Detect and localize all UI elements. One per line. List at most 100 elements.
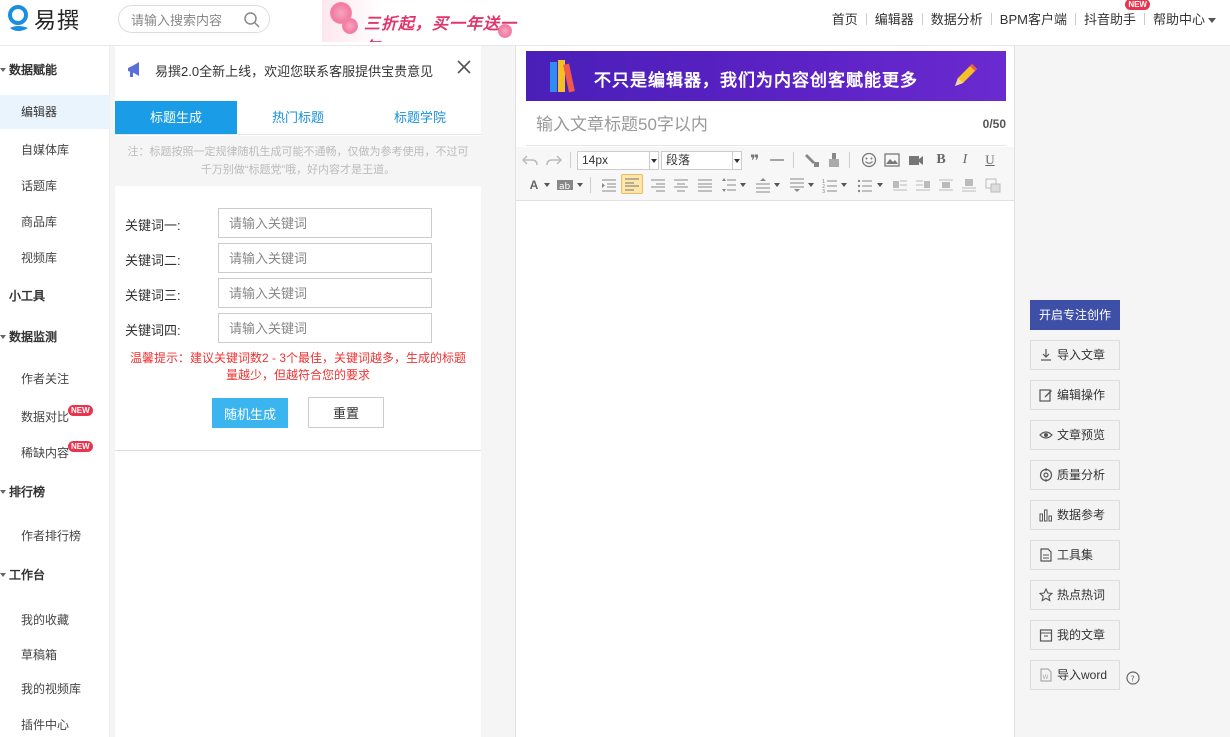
keyword-input-4[interactable] <box>218 313 432 343</box>
sidebar-item-video-library[interactable]: 视频库 <box>0 241 110 275</box>
paragraph-spacing-before-icon[interactable] <box>754 176 772 194</box>
logo[interactable]: 易撰 <box>6 4 80 34</box>
close-icon[interactable] <box>457 60 471 74</box>
nav-douyin-assistant[interactable]: 抖音助手 NEW <box>1076 0 1150 28</box>
sidebar-item-video-collection[interactable]: 我的视频库 <box>0 672 110 706</box>
keyword-input-1[interactable] <box>218 208 432 238</box>
tab-title-academy[interactable]: 标题学院 <box>359 101 481 134</box>
action-label: 热点热词 <box>1057 588 1106 602</box>
import-word-button[interactable]: W 导入word <box>1030 660 1120 690</box>
new-badge: NEW <box>68 441 93 452</box>
sidebar-item-product-library[interactable]: 商品库 <box>0 205 110 239</box>
editor-body[interactable] <box>516 202 1014 737</box>
sidebar-item-data-compare[interactable]: 数据对比 NEW <box>0 400 110 434</box>
tab-hot-titles[interactable]: 热门标题 <box>237 101 359 134</box>
sidebar-item-topic-library[interactable]: 话题库 <box>0 169 110 203</box>
random-generate-button[interactable]: 随机生成 <box>212 398 288 428</box>
keyword-input-3[interactable] <box>218 278 432 308</box>
article-preview-button[interactable]: 文章预览 <box>1030 420 1120 450</box>
paragraph-value: 段落 <box>666 153 691 167</box>
hot-words-button[interactable]: 热点热词 <box>1030 580 1120 610</box>
align-justify-icon[interactable] <box>696 176 714 194</box>
search-icon[interactable] <box>243 11 261 29</box>
logo-mark-icon <box>6 4 32 34</box>
paragraph-select[interactable]: 段落 <box>661 151 742 170</box>
reset-button[interactable]: 重置 <box>308 397 384 428</box>
sidebar-item-scarce-content[interactable]: 稀缺内容 NEW <box>0 436 110 470</box>
search-input[interactable] <box>131 11 241 29</box>
emoji-icon[interactable] <box>860 151 878 169</box>
sidebar-section-ranking[interactable]: 排行榜 <box>0 481 110 503</box>
megaphone-icon <box>125 60 145 80</box>
keyword-row: 关键词一: <box>125 208 465 238</box>
align-left-icon[interactable] <box>621 174 643 194</box>
bold-icon[interactable]: B <box>932 151 950 169</box>
help-icon[interactable]: ? <box>1126 671 1140 685</box>
clear-format-icon[interactable] <box>825 151 843 169</box>
quality-analysis-button[interactable]: 质量分析 <box>1030 460 1120 490</box>
keyword-row: 关键词三: <box>125 278 465 308</box>
unordered-list-icon[interactable] <box>856 176 874 194</box>
sidebar-item-author-follow[interactable]: 作者关注 <box>0 362 110 396</box>
sidebar-item-plugins[interactable]: 插件中心 <box>0 708 110 737</box>
data-reference-button[interactable]: 数据参考 <box>1030 500 1120 530</box>
action-label: 导入word <box>1057 668 1108 682</box>
sidebar-item-author-ranking[interactable]: 作者排行榜 <box>0 519 110 553</box>
align-center-icon[interactable] <box>672 176 690 194</box>
align-right-icon[interactable] <box>649 176 667 194</box>
toolset-button[interactable]: 工具集 <box>1030 540 1120 570</box>
nav-help-center[interactable]: 帮助中心 <box>1145 9 1224 28</box>
font-size-select[interactable]: 14px <box>577 151 659 170</box>
redo-icon[interactable] <box>545 151 563 169</box>
undo-icon[interactable] <box>521 151 539 169</box>
blockquote-icon[interactable]: ❞ <box>748 151 766 170</box>
edit-operations-button[interactable]: 编辑操作 <box>1030 380 1120 410</box>
chevron-down-icon <box>1208 18 1216 24</box>
promo-banner[interactable]: 三折起，买一年送一年 <box>322 0 520 42</box>
image-center-icon[interactable] <box>960 176 978 194</box>
image-inline-icon[interactable] <box>937 176 955 194</box>
tab-title-generate[interactable]: 标题生成 <box>115 101 237 134</box>
horizontal-rule-icon[interactable] <box>768 151 786 169</box>
sidebar-item-media-library[interactable]: 自媒体库 <box>0 133 110 167</box>
chevron-down-icon <box>732 152 741 169</box>
image-left-icon[interactable] <box>891 176 909 194</box>
svg-text:?: ? <box>1131 675 1135 684</box>
svg-text:ab: ab <box>559 182 571 192</box>
keyword-input-2[interactable] <box>218 243 432 273</box>
italic-icon[interactable]: I <box>956 151 974 169</box>
svg-text:3: 3 <box>822 189 825 193</box>
action-label: 编辑操作 <box>1057 388 1106 402</box>
nav-bpm-client[interactable]: BPM客户端 <box>992 9 1075 28</box>
underline-icon[interactable]: U <box>981 151 999 169</box>
sidebar-section-tools[interactable]: 小工具 <box>0 285 110 307</box>
sidebar-section-monitoring[interactable]: 数据监测 <box>0 326 110 348</box>
image-icon[interactable] <box>883 151 901 169</box>
video-icon[interactable] <box>907 151 925 169</box>
focus-mode-button[interactable]: 开启专注创作 <box>1030 300 1120 330</box>
format-painter-icon[interactable] <box>803 151 821 169</box>
chevron-down-icon <box>740 183 746 187</box>
banner-text: 不只是编辑器，我们为内容创客赋能更多 <box>594 71 918 90</box>
image-right-icon[interactable] <box>914 176 932 194</box>
sidebar-item-drafts[interactable]: 草稿箱 <box>0 638 110 672</box>
line-height-icon[interactable] <box>720 176 738 194</box>
ordered-list-icon[interactable]: 123 <box>821 176 839 195</box>
nav-editor[interactable]: 编辑器 <box>867 9 922 28</box>
sidebar-item-favorites[interactable]: 我的收藏 <box>0 603 110 637</box>
sidebar-item-editor[interactable]: 编辑器 <box>0 95 110 129</box>
sidebar-section-workbench[interactable]: 工作台 <box>0 564 110 586</box>
image-replace-icon[interactable] <box>984 176 1002 194</box>
my-articles-button[interactable]: 我的文章 <box>1030 620 1120 650</box>
article-title-input[interactable] <box>536 112 936 138</box>
nav-home[interactable]: 首页 <box>824 9 866 28</box>
highlight-color-icon[interactable]: ab <box>556 176 574 194</box>
font-color-icon[interactable]: A <box>525 176 543 194</box>
paragraph-spacing-after-icon[interactable] <box>788 176 806 194</box>
editor-banner[interactable]: 不只是编辑器，我们为内容创客赋能更多 <box>526 51 1006 101</box>
indent-icon[interactable] <box>600 176 618 194</box>
font-size-value: 14px <box>582 153 609 167</box>
sidebar-section-data-empower[interactable]: 数据赋能 <box>0 59 110 81</box>
import-article-button[interactable]: 导入文章 <box>1030 340 1120 370</box>
nav-data-analysis[interactable]: 数据分析 <box>923 9 991 28</box>
